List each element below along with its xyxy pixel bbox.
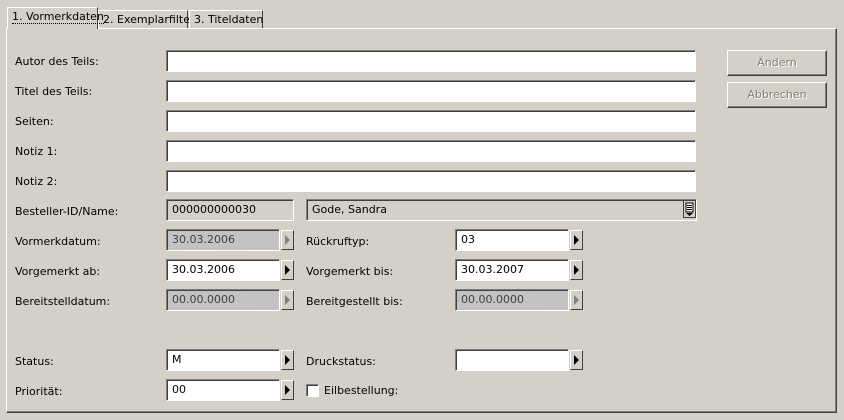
vormerkdatum-field: 30.03.2006: [166, 229, 280, 251]
bereitstelldatum-arrow-icon: [281, 290, 294, 310]
vorgemerkt-ab-field[interactable]: 30.03.2006: [166, 259, 280, 281]
bereitstelldatum-field: 00.00.0000: [166, 289, 280, 311]
status-arrow-icon[interactable]: [281, 350, 294, 370]
status-field[interactable]: M: [166, 349, 280, 371]
besteller-id-field: 000000000030: [166, 199, 294, 221]
seiten-input[interactable]: [166, 110, 696, 132]
notiz2-label: Notiz 2:: [15, 175, 58, 188]
titel-label: Titel des Teils:: [15, 85, 93, 98]
bereitstelldatum-label: Bereitstelldatum:: [15, 295, 111, 308]
vormerkdatum-arrow-icon: [281, 230, 294, 250]
vorgemerkt-ab-label: Vorgemerkt ab:: [15, 265, 101, 278]
tab-titeldaten[interactable]: 3. Titeldaten: [189, 10, 263, 29]
notiz2-input[interactable]: [166, 170, 696, 192]
besteller-picker-icon[interactable]: [683, 200, 696, 218]
rueckruftyp-arrow-icon[interactable]: [570, 230, 583, 250]
druckstatus-label: Druckstatus:: [306, 355, 376, 368]
bereitgestellt-bis-label: Bereitgestellt bis:: [306, 295, 403, 308]
prioritaet-field[interactable]: 00: [166, 379, 280, 401]
status-label: Status:: [15, 355, 54, 368]
besteller-label: Besteller-ID/Name:: [15, 205, 119, 218]
vormerkdatum-label: Vormerkdatum:: [15, 235, 101, 248]
bereitgestellt-bis-arrow-icon: [570, 290, 583, 310]
seiten-label: Seiten:: [15, 115, 54, 128]
druckstatus-field[interactable]: [455, 349, 569, 371]
aendern-button[interactable]: Ändern: [727, 50, 827, 76]
tab-exemplarfilter-label: 2. Exemplarfilter: [103, 13, 195, 26]
vorgemerkt-bis-field[interactable]: 30.03.2007: [455, 259, 569, 281]
notiz1-input[interactable]: [166, 140, 696, 162]
autor-label: Autor des Teils:: [15, 55, 99, 68]
autor-input[interactable]: [166, 50, 696, 72]
tab-exemplarfilter[interactable]: 2. Exemplarfilter: [98, 10, 195, 29]
besteller-name-field: Gode, Sandra: [306, 199, 697, 221]
tab-titeldaten-label: 3. Titeldaten: [194, 13, 264, 26]
vorgemerkt-ab-arrow-icon[interactable]: [281, 260, 294, 280]
notiz1-label: Notiz 1:: [15, 145, 58, 158]
rueckruftyp-label: Rückruftyp:: [306, 235, 370, 248]
prioritaet-arrow-icon[interactable]: [281, 380, 294, 400]
eilbestellung-label: Eilbestellung:: [324, 384, 399, 397]
titel-input[interactable]: [166, 80, 696, 102]
druckstatus-arrow-icon[interactable]: [570, 350, 583, 370]
vorgemerkt-bis-arrow-icon[interactable]: [570, 260, 583, 280]
bereitgestellt-bis-field: 00.00.0000: [455, 289, 569, 311]
prioritaet-label: Priorität:: [15, 385, 63, 398]
tab-vormerkdaten[interactable]: 1. Vormerkdaten: [7, 7, 104, 29]
abbrechen-button[interactable]: Abbrechen: [727, 82, 827, 108]
vorgemerkt-bis-label: Vorgemerkt bis:: [306, 265, 394, 278]
rueckruftyp-field[interactable]: 03: [455, 229, 569, 251]
tab-vormerkdaten-label: 1. Vormerkdaten: [12, 10, 104, 24]
eilbestellung-checkbox[interactable]: [306, 384, 319, 397]
